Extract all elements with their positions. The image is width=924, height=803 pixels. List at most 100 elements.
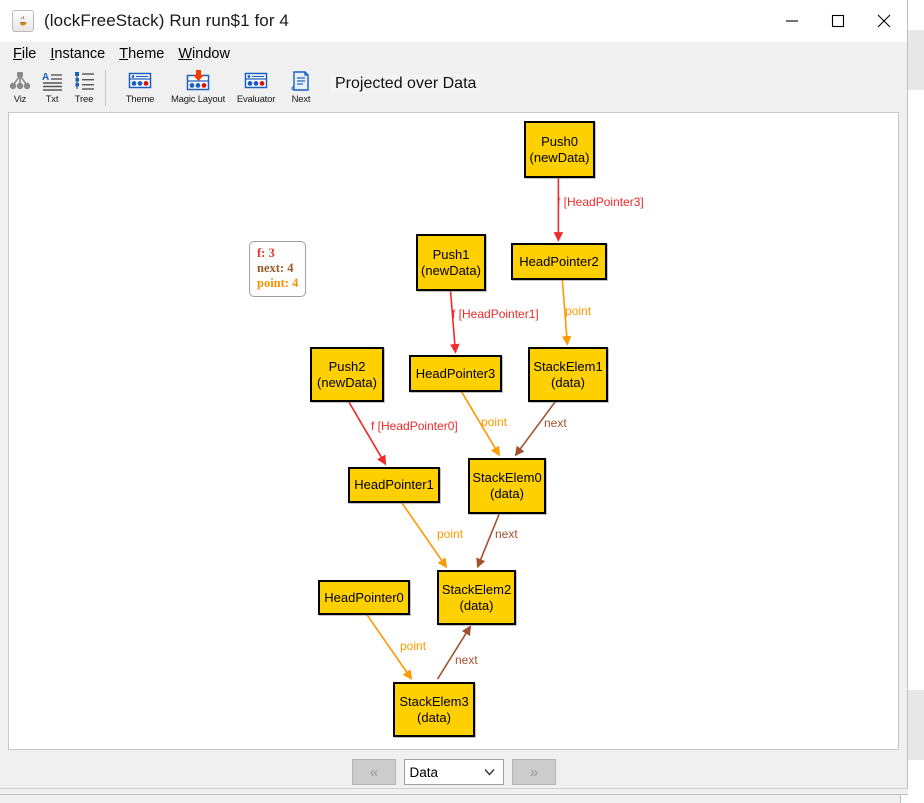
graph-edge-label: next <box>455 653 478 667</box>
graph-edge-label: point <box>400 639 427 653</box>
graph-node-label: StackElem3 <box>399 693 469 709</box>
title-bar[interactable]: (lockFreeStack) Run run$1 for 4 <box>0 0 907 42</box>
graph-edge-label: f [HeadPointer3] <box>557 195 644 209</box>
toolbar-button-evaluator[interactable]: Evaluator <box>228 68 284 110</box>
graph-node-headpointer1[interactable]: HeadPointer1 <box>348 467 440 503</box>
graph-edge-label: f [HeadPointer0] <box>371 419 458 433</box>
graph-node-push2[interactable]: Push2 (newData) <box>310 347 384 402</box>
toolbar-button-tree[interactable]: Tree <box>69 68 99 110</box>
graph-node-headpointer0[interactable]: HeadPointer0 <box>318 580 410 615</box>
projection-select-value: Data <box>409 764 439 780</box>
window-controls <box>769 0 907 42</box>
graph-node-label: HeadPointer1 <box>354 477 434 492</box>
graph-edge <box>400 501 448 569</box>
graph-edge <box>347 401 387 466</box>
graph-canvas[interactable]: f: 3 next: 4 point: 4 Push0 (newData) HeadPo… <box>8 112 899 750</box>
menu-theme-rest: heme <box>128 46 165 62</box>
menu-file-mnemonic: F <box>13 46 22 62</box>
menu-item-theme[interactable]: Theme <box>112 44 171 64</box>
menu-window-rest: indow <box>192 46 230 62</box>
graph-edge-label: next <box>495 527 518 541</box>
window-title: (lockFreeStack) Run run$1 for 4 <box>44 11 289 30</box>
java-coffee-cup-icon <box>12 10 34 32</box>
application-window: (lockFreeStack) Run run$1 for 4 File Ins… <box>0 0 924 803</box>
projection-select[interactable]: Data <box>403 759 504 785</box>
graph-tree-icon <box>7 69 33 93</box>
menu-instance-rest: nstance <box>54 46 106 62</box>
tree-list-icon <box>71 69 97 93</box>
graph-edge-label: point <box>437 527 464 541</box>
toolbar-label-txt: Txt <box>45 94 59 105</box>
graph-edge-label: point <box>565 304 592 318</box>
toolbar-label-viz: Viz <box>13 94 27 105</box>
graph-node-label: (data) <box>551 374 585 390</box>
graph-node-stackelem1[interactable]: StackElem1 (data) <box>528 347 608 402</box>
graph-node-label: Push2 <box>328 358 366 374</box>
legend-entry: next: 4 <box>257 261 294 275</box>
graph-node-stackelem3[interactable]: StackElem3 (data) <box>393 682 475 737</box>
toolbar-separator <box>105 70 106 106</box>
graph-node-push0[interactable]: Push0 (newData) <box>524 121 595 178</box>
graph-canvas-wrapper: f: 3 next: 4 point: 4 Push0 (newData) HeadPo… <box>0 112 907 750</box>
svg-text:A: A <box>42 72 49 83</box>
next-state-button[interactable]: » <box>511 759 556 785</box>
graph-node-label: (data) <box>417 709 451 725</box>
toolbar-button-txt[interactable]: A Txt <box>37 68 67 110</box>
toolbar-label-evaluator: Evaluator <box>236 94 276 105</box>
graph-edge <box>365 613 413 680</box>
toolbar-label-next: Next <box>291 94 311 105</box>
menu-theme-mnemonic: T <box>119 46 129 62</box>
graph-edge <box>436 625 472 680</box>
menu-item-instance[interactable]: Instance <box>43 44 112 64</box>
close-button[interactable] <box>861 0 907 42</box>
graph-node-headpointer2[interactable]: HeadPointer2 <box>511 243 607 280</box>
menu-bar: File Instance Theme Window <box>0 42 907 66</box>
status-strip <box>0 788 908 794</box>
graph-node-label: HeadPointer0 <box>324 589 404 605</box>
menu-item-file[interactable]: File <box>6 44 43 64</box>
maximize-button[interactable] <box>815 0 861 42</box>
minimize-button[interactable] <box>769 0 815 42</box>
graph-node-push1[interactable]: Push1 (newData) <box>416 234 486 291</box>
theme-palette-icon <box>127 69 153 93</box>
projection-label: Projected over Data <box>331 74 481 94</box>
main-window: (lockFreeStack) Run run$1 for 4 File Ins… <box>0 0 908 795</box>
graph-edge <box>449 290 460 354</box>
evaluator-icon <box>243 69 269 93</box>
graph-node-stackelem2[interactable]: StackElem2 (data) <box>437 570 516 625</box>
menu-item-window[interactable]: Window <box>171 44 237 64</box>
graph-node-label: StackElem1 <box>533 358 603 374</box>
magic-layout-icon <box>185 69 211 93</box>
graph-edge <box>514 401 557 457</box>
graph-node-label: Push1 <box>432 246 470 262</box>
graph-node-label: (data) <box>459 597 494 613</box>
graph-node-stackelem0[interactable]: StackElem0 (data) <box>468 458 546 514</box>
legend-box: f: 3 next: 4 point: 4 <box>249 241 307 297</box>
graph-node-label: HeadPointer3 <box>415 365 496 381</box>
graph-node-label: StackElem0 <box>472 470 542 485</box>
previous-state-button[interactable]: « <box>351 759 396 785</box>
toolbar: Viz A Txt Tree Theme Magic Layout Evalua… <box>0 66 907 112</box>
text-lines-icon: A <box>39 69 65 93</box>
graph-node-headpointer3[interactable]: HeadPointer3 <box>409 355 502 392</box>
graph-node-label: (data) <box>490 486 524 501</box>
graph-edge <box>460 391 501 457</box>
graph-node-label: StackElem2 <box>441 581 512 597</box>
graph-node-label: HeadPointer2 <box>519 253 599 269</box>
legend-entry: f: 3 <box>257 246 275 260</box>
next-document-icon <box>288 69 314 93</box>
toolbar-label-tree: Tree <box>74 94 94 105</box>
toolbar-button-magic-layout[interactable]: Magic Layout <box>170 68 226 110</box>
graph-edge <box>476 513 501 569</box>
toolbar-button-theme[interactable]: Theme <box>112 68 168 110</box>
graph-edge-label: next <box>544 416 567 430</box>
graph-edge-label: point <box>481 415 508 429</box>
legend-entry: point: 4 <box>257 276 299 290</box>
graph-node-label: (newData) <box>421 262 481 278</box>
toolbar-button-viz[interactable]: Viz <box>5 68 35 110</box>
graph-node-label: (newData) <box>317 374 377 390</box>
chevron-down-icon <box>481 760 499 784</box>
menu-file-rest: ile <box>21 46 37 62</box>
toolbar-label-magic-layout: Magic Layout <box>170 94 226 105</box>
toolbar-button-next[interactable]: Next <box>286 68 316 110</box>
